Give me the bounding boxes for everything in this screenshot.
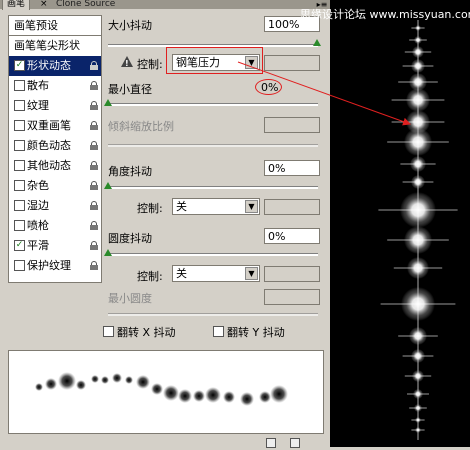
watermark-url: www.missyuan.com (370, 8, 470, 21)
annotation-arrow-layer (0, 0, 470, 447)
annotation-arrow (238, 62, 410, 124)
watermark-text: 思缘设计论坛 (300, 8, 366, 21)
watermark: 思缘设计论坛 www.missyuan.com (300, 6, 470, 22)
